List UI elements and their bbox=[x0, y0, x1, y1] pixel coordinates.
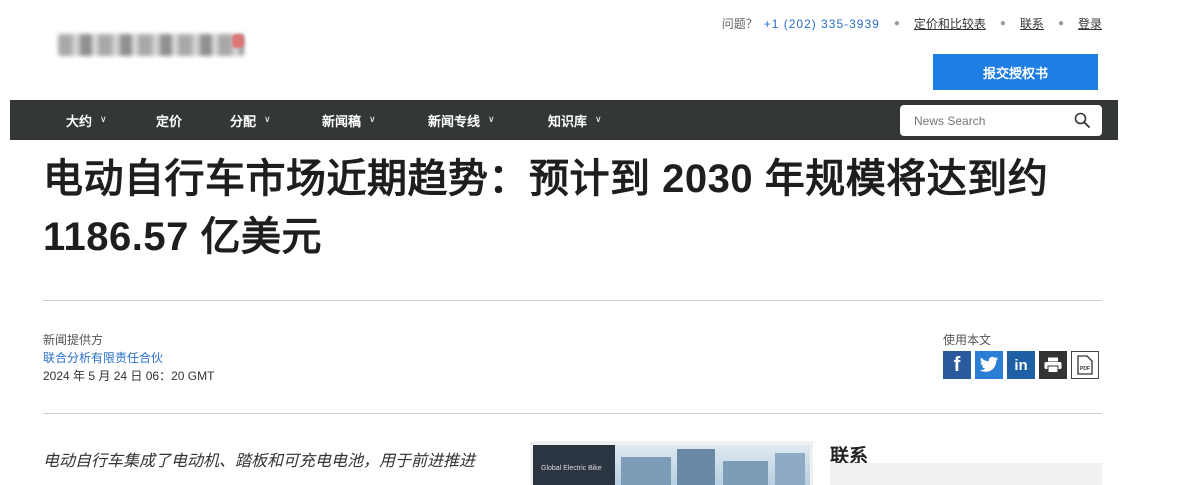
search-box bbox=[900, 105, 1102, 136]
twitter-icon[interactable] bbox=[975, 351, 1003, 379]
provider-link[interactable]: 联合分析有限责任合伙 bbox=[43, 349, 214, 367]
separator-dot: ● bbox=[1057, 18, 1064, 29]
pdf-icon[interactable]: PDF bbox=[1071, 351, 1099, 379]
submit-release-button[interactable]: 报交授权书 bbox=[933, 54, 1098, 90]
article-title: 电动自行车市场近期趋势：预计到 2030 年规模将达到约 1186.57 亿美元 bbox=[43, 157, 1049, 259]
article-image[interactable]: Global Electric Bike bbox=[530, 441, 813, 485]
image-buildings bbox=[615, 445, 810, 485]
nav-item-label: 大约 bbox=[66, 113, 93, 129]
login-link[interactable]: 登录 bbox=[1078, 15, 1102, 32]
share-panel: 使用本文 f in PDF bbox=[943, 331, 1099, 379]
question-label: 问题？ bbox=[721, 17, 758, 31]
article-meta: 新闻提供方 联合分析有限责任合伙 2024 年 5 月 24 日 06：20 G… bbox=[43, 331, 214, 385]
contact-link[interactable]: 联系 bbox=[1020, 15, 1044, 32]
image-caption-text: Global Electric Bike bbox=[541, 465, 602, 472]
chevron-down-icon: ∨ bbox=[369, 113, 376, 124]
chevron-down-icon: ∨ bbox=[488, 113, 495, 124]
divider bbox=[43, 300, 1102, 301]
nav-item-label: 新闻专线 bbox=[428, 113, 481, 129]
nav-item[interactable]: 新闻专线 ∨ bbox=[428, 111, 548, 130]
svg-text:PDF: PDF bbox=[1080, 366, 1090, 372]
nav-item[interactable]: 知识库 ∨ bbox=[548, 111, 648, 130]
separator-dot: ● bbox=[999, 18, 1006, 29]
main-navbar: 大约 ∨ 定价 分配 ∨ 新闻稿 ∨ 新闻专线 ∨ 知识库 ∨ bbox=[10, 100, 1118, 140]
nav-item[interactable]: 大约 ∨ bbox=[66, 111, 156, 130]
separator-dot: ● bbox=[893, 18, 900, 29]
nav-item-label: 定价 bbox=[156, 113, 183, 129]
search-input[interactable] bbox=[900, 113, 1060, 128]
provider-label: 新闻提供方 bbox=[43, 333, 104, 347]
image-caption-panel: Global Electric Bike bbox=[533, 445, 615, 485]
linkedin-icon[interactable]: in bbox=[1007, 351, 1035, 379]
nav-item-label: 分配 bbox=[230, 113, 257, 129]
pricing-link[interactable]: 定价和比较表 bbox=[914, 15, 986, 32]
share-label: 使用本文 bbox=[943, 333, 992, 347]
article-lead: 电动自行车集成了电动机、踏板和可充电电池，用于前进推进 bbox=[43, 453, 476, 470]
print-icon[interactable] bbox=[1039, 351, 1067, 379]
nav-item-label: 知识库 bbox=[548, 113, 588, 129]
nav-item-label: 新闻稿 bbox=[322, 113, 362, 129]
top-utility-bar: 问题？ +1 (202) 335-3939 ● 定价和比较表 ● 联系 ● 登录 bbox=[722, 15, 1102, 32]
chevron-down-icon: ∨ bbox=[100, 113, 107, 124]
nav-item[interactable]: 新闻稿 ∨ bbox=[322, 111, 428, 130]
nav-menu: 大约 ∨ 定价 分配 ∨ 新闻稿 ∨ 新闻专线 ∨ 知识库 ∨ bbox=[66, 111, 648, 130]
nav-item[interactable]: 定价 bbox=[156, 111, 230, 130]
chevron-down-icon: ∨ bbox=[264, 113, 271, 124]
chevron-down-icon: ∨ bbox=[595, 113, 602, 124]
phone-number[interactable]: +1 (202) 335-3939 bbox=[764, 17, 880, 31]
publish-date: 2024 年 5 月 24 日 06：20 GMT bbox=[43, 369, 215, 383]
search-icon[interactable] bbox=[1074, 112, 1090, 128]
facebook-icon[interactable]: f bbox=[943, 351, 971, 379]
site-logo[interactable] bbox=[58, 34, 244, 56]
share-icons: f in PDF bbox=[943, 351, 1099, 379]
nav-item[interactable]: 分配 ∨ bbox=[230, 111, 322, 130]
divider bbox=[43, 413, 1102, 414]
contact-panel bbox=[830, 463, 1102, 485]
